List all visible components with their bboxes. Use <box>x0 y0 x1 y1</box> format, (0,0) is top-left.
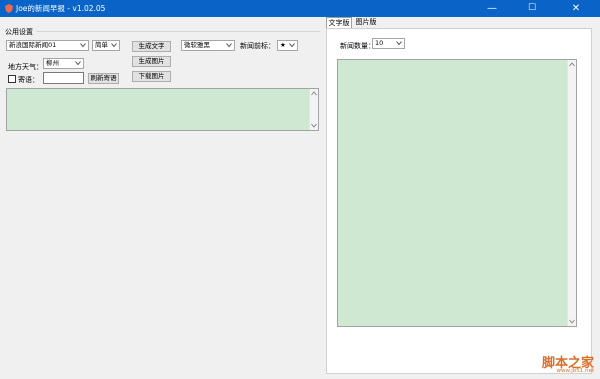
city-value: 柳州 <box>46 59 59 67</box>
tab-text-version[interactable]: 文字版 <box>326 17 352 28</box>
news-source-value: 新浪国际新闻01 <box>9 41 57 49</box>
watermark: 脚本之家 www.jb51.net <box>526 352 594 376</box>
close-button[interactable]: ✕ <box>556 0 596 17</box>
left-text-area[interactable] <box>6 88 319 131</box>
app-icon <box>5 4 13 13</box>
scroll-down-icon[interactable] <box>311 123 317 128</box>
right-scrollbar[interactable] <box>567 60 576 326</box>
font-value: 微软雅黑 <box>184 41 210 49</box>
motto-input[interactable] <box>43 72 84 84</box>
news-text-area[interactable] <box>337 59 577 327</box>
minimize-button[interactable]: — <box>472 0 512 17</box>
download-image-button[interactable]: 下载图片 <box>132 71 171 82</box>
right-panel: 文字版 图片版 新闻数量： 10 <box>326 17 600 379</box>
tab-page: 新闻数量： 10 <box>326 28 592 374</box>
watermark-url: www.jb51.net <box>556 368 594 374</box>
news-count-select[interactable]: 10 <box>372 38 405 49</box>
left-scrollbar[interactable] <box>309 89 318 130</box>
simplicity-value: 简单 <box>95 41 108 49</box>
motto-checkbox[interactable] <box>8 75 16 83</box>
prefix-label: 新闻前标： <box>240 42 275 50</box>
font-select[interactable]: 微软雅黑 <box>181 40 235 51</box>
chevron-down-icon <box>80 43 86 48</box>
city-select[interactable]: 柳州 <box>43 58 84 69</box>
simplicity-select[interactable]: 简单 <box>92 40 120 51</box>
news-count-label: 新闻数量： <box>340 42 375 50</box>
news-source-select[interactable]: 新浪国际新闻01 <box>6 40 89 51</box>
chevron-down-icon <box>111 43 117 48</box>
scroll-up-icon[interactable] <box>311 91 317 96</box>
chevron-down-icon <box>289 43 295 48</box>
tab-image-version[interactable]: 图片版 <box>353 17 379 28</box>
motto-label: 寄语： <box>18 76 39 84</box>
left-panel: 公用设置 新浪国际新闻01 简单 生成文字 微软雅黑 新闻前标： ★ 生成图片 … <box>0 17 326 379</box>
refresh-motto-button[interactable]: 刷新寄语 <box>88 73 119 84</box>
prefix-value: ★ <box>280 41 286 49</box>
news-count-value: 10 <box>375 39 384 47</box>
group-label: 公用设置 <box>5 28 33 36</box>
generate-text-button[interactable]: 生成文字 <box>132 41 171 52</box>
chevron-down-icon <box>396 41 402 46</box>
chevron-down-icon <box>75 61 81 66</box>
generate-image-button[interactable]: 生成图片 <box>132 56 171 67</box>
main-window: 公用设置 新浪国际新闻01 简单 生成文字 微软雅黑 新闻前标： ★ 生成图片 … <box>0 17 600 379</box>
title-bar: Joe的新闻早报 - v1.02.05 — ☐ ✕ <box>0 0 600 17</box>
scroll-down-icon[interactable] <box>569 319 575 324</box>
weather-label: 地方天气： <box>8 63 43 71</box>
maximize-button[interactable]: ☐ <box>512 0 552 17</box>
window-title: Joe的新闻早报 - v1.02.05 <box>16 4 106 13</box>
group-divider <box>36 31 320 32</box>
prefix-select[interactable]: ★ <box>277 40 298 51</box>
scroll-up-icon[interactable] <box>569 62 575 67</box>
chevron-down-icon <box>226 43 232 48</box>
